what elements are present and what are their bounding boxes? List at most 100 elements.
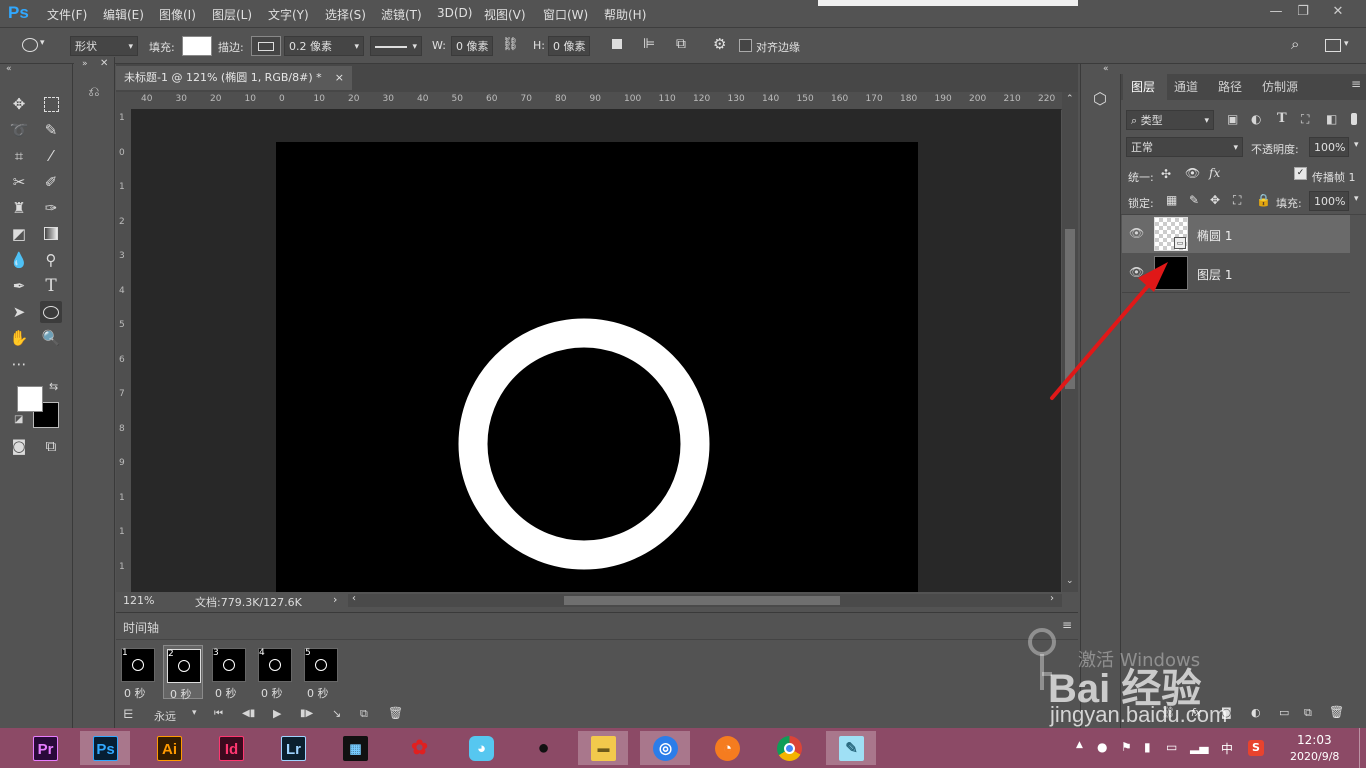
pixel-filter-icon[interactable]: ▣ — [1227, 112, 1238, 126]
fill-input[interactable]: 100% — [1309, 191, 1349, 211]
move-tool-icon[interactable]: ✥ — [8, 93, 30, 115]
crop-tool-icon[interactable]: ⌗ — [8, 145, 30, 167]
stroke-type-select[interactable]: ▾ — [370, 36, 422, 56]
menu-help[interactable]: 帮助(H) — [604, 6, 646, 23]
lock-artboard-icon[interactable]: ⛶ — [1233, 193, 1241, 208]
collapse-icon[interactable]: « — [6, 64, 12, 74]
more-tools-icon[interactable]: ⋯ — [8, 353, 30, 375]
taskbar-photoshop[interactable]: Ps — [80, 731, 130, 765]
monitor-icon[interactable]: ▭ — [1166, 740, 1177, 754]
scroll-up-icon[interactable]: ⌃ — [1066, 94, 1074, 104]
expand-icon[interactable]: « — [1103, 64, 1109, 74]
width-input[interactable]: 0 像素 — [451, 36, 493, 56]
quick-mask-icon[interactable]: ◙ — [8, 435, 30, 457]
timeline-title[interactable]: 时间轴 — [123, 619, 159, 636]
horizontal-scroll-thumb[interactable] — [564, 596, 840, 605]
tab-channels[interactable]: 通道 — [1174, 78, 1198, 95]
blur-tool-icon[interactable]: 💧 — [8, 249, 30, 271]
previous-frame-icon[interactable]: ◀▮ — [242, 708, 255, 719]
history-panel-icon[interactable]: ⎌ — [83, 81, 105, 103]
frame-duration[interactable]: 0 秒 — [170, 686, 192, 702]
quick-select-tool-icon[interactable]: ✎ — [40, 119, 62, 141]
menu-view[interactable]: 视图(V) — [484, 6, 526, 23]
menu-type[interactable]: 文字(Y) — [268, 6, 309, 23]
shape-filter-icon[interactable]: ⛶ — [1301, 112, 1309, 127]
healing-brush-tool-icon[interactable]: ✂ — [8, 171, 30, 193]
chevron-down-icon[interactable]: ▾ — [192, 708, 197, 718]
menu-3d[interactable]: 3D(D) — [437, 6, 472, 20]
layer-row-selected[interactable]: 👁 ▭ 椭圆 1 — [1122, 215, 1350, 253]
eyedropper-tool-icon[interactable]: ⁄ — [40, 145, 62, 167]
stroke-swatch[interactable] — [251, 36, 281, 56]
unify-position-icon[interactable]: ✣ — [1161, 167, 1171, 181]
layer-filter-select[interactable]: ⌕ 类型 ▾ — [1126, 110, 1214, 130]
lock-image-icon[interactable]: ✎ — [1189, 193, 1199, 207]
zoom-tool-icon[interactable]: 🔍 — [40, 327, 62, 349]
ellipse-tool-icon[interactable] — [22, 38, 38, 52]
shape-mode-select[interactable]: 形状 ▾ — [70, 36, 138, 56]
duplicate-frame-icon[interactable]: ⧉ — [360, 707, 368, 721]
search-icon[interactable]: ⌕ — [1291, 35, 1299, 53]
eraser-tool-icon[interactable]: ◩ — [8, 223, 30, 245]
hand-tool-icon[interactable]: ✋ — [8, 327, 30, 349]
taskbar-premiere[interactable]: Pr — [20, 731, 70, 765]
unify-visibility-icon[interactable]: 👁 — [1185, 166, 1200, 180]
document-tab[interactable]: 未标题-1 @ 121% (椭圆 1, RGB/8#) * × — [116, 66, 352, 90]
clone-stamp-tool-icon[interactable]: ♜ — [8, 197, 30, 219]
path-operations-icon[interactable] — [612, 39, 622, 49]
brush-tool-icon[interactable]: ✐ — [40, 171, 62, 193]
qq-tray-icon[interactable]: ● — [1097, 740, 1107, 754]
play-icon[interactable]: ▶ — [273, 707, 281, 720]
loop-option[interactable]: 永远 — [154, 708, 176, 724]
history-brush-tool-icon[interactable]: ✑ — [40, 197, 62, 219]
blend-mode-select[interactable]: 正常 ▾ — [1126, 137, 1243, 157]
taskbar-illustrator[interactable]: Ai — [144, 731, 194, 765]
gradient-tool-icon[interactable] — [40, 223, 62, 245]
smart-object-filter-icon[interactable]: ◧ — [1326, 112, 1337, 126]
marquee-tool-icon[interactable] — [40, 93, 62, 115]
fill-swatch[interactable] — [182, 36, 212, 56]
scroll-right-icon[interactable]: › — [1050, 593, 1054, 604]
clock-date[interactable]: 2020/9/8 — [1290, 750, 1339, 763]
filter-toggle-icon[interactable] — [1351, 113, 1357, 125]
taskbar-chrome[interactable] — [764, 731, 814, 765]
pen-tool-icon[interactable]: ✒ — [8, 275, 30, 297]
chevron-down-icon[interactable]: ▾ — [40, 38, 45, 48]
dodge-tool-icon[interactable]: ⚲ — [40, 249, 62, 271]
type-tool-icon[interactable]: T — [40, 275, 62, 297]
battery-icon[interactable]: ▮ — [1144, 740, 1151, 754]
tab-clone-source[interactable]: 仿制源 — [1262, 78, 1298, 95]
height-input[interactable]: 0 像素 — [548, 36, 590, 56]
type-filter-icon[interactable]: T — [1277, 111, 1287, 126]
propagate-frame-checkbox[interactable]: ✓ — [1294, 167, 1307, 180]
panel-menu-icon[interactable]: ≡ — [1351, 77, 1361, 91]
timeline-frame[interactable]: 1 0 秒 — [118, 645, 158, 701]
close-button[interactable]: ✕ — [1327, 3, 1349, 21]
tray-expand-icon[interactable]: ▲ — [1076, 740, 1083, 750]
menu-file[interactable]: 文件(F) — [47, 6, 87, 23]
timeline-frame[interactable]: 5 0 秒 — [301, 645, 341, 700]
taskbar-indesign[interactable]: Id — [206, 731, 256, 765]
minimize-button[interactable]: — — [1265, 3, 1287, 21]
menu-window[interactable]: 窗口(W) — [543, 6, 588, 23]
workspace-icon[interactable] — [1325, 39, 1341, 52]
align-edges-checkbox[interactable] — [739, 39, 752, 52]
expand-icon[interactable]: » — [82, 59, 88, 69]
document-canvas[interactable] — [276, 142, 918, 592]
horizontal-scrollbar[interactable]: ‹ › — [348, 593, 1062, 607]
timeline-frame[interactable]: 4 0 秒 — [255, 645, 295, 700]
ime-indicator[interactable]: 中 — [1221, 740, 1233, 757]
adjustment-filter-icon[interactable]: ◐ — [1251, 112, 1261, 126]
frame-duration[interactable]: 0 秒 — [124, 685, 146, 701]
chevron-down-icon[interactable]: ▾ — [1354, 140, 1359, 150]
menu-select[interactable]: 选择(S) — [325, 6, 366, 23]
foreground-color-swatch[interactable] — [17, 386, 43, 412]
scroll-down-icon[interactable]: ⌄ — [1066, 576, 1074, 586]
clock-time[interactable]: 12:03 — [1297, 733, 1332, 747]
taskbar-app-bird[interactable]: ◕ — [456, 731, 506, 765]
close-icon[interactable]: ✕ — [100, 58, 108, 69]
timeline-frame[interactable]: 3 0 秒 — [209, 645, 249, 700]
gear-icon[interactable]: ⚙ — [713, 35, 726, 53]
taskbar-video-app[interactable]: ▦ — [330, 731, 380, 765]
lock-transparent-icon[interactable]: ▦ — [1166, 193, 1177, 207]
